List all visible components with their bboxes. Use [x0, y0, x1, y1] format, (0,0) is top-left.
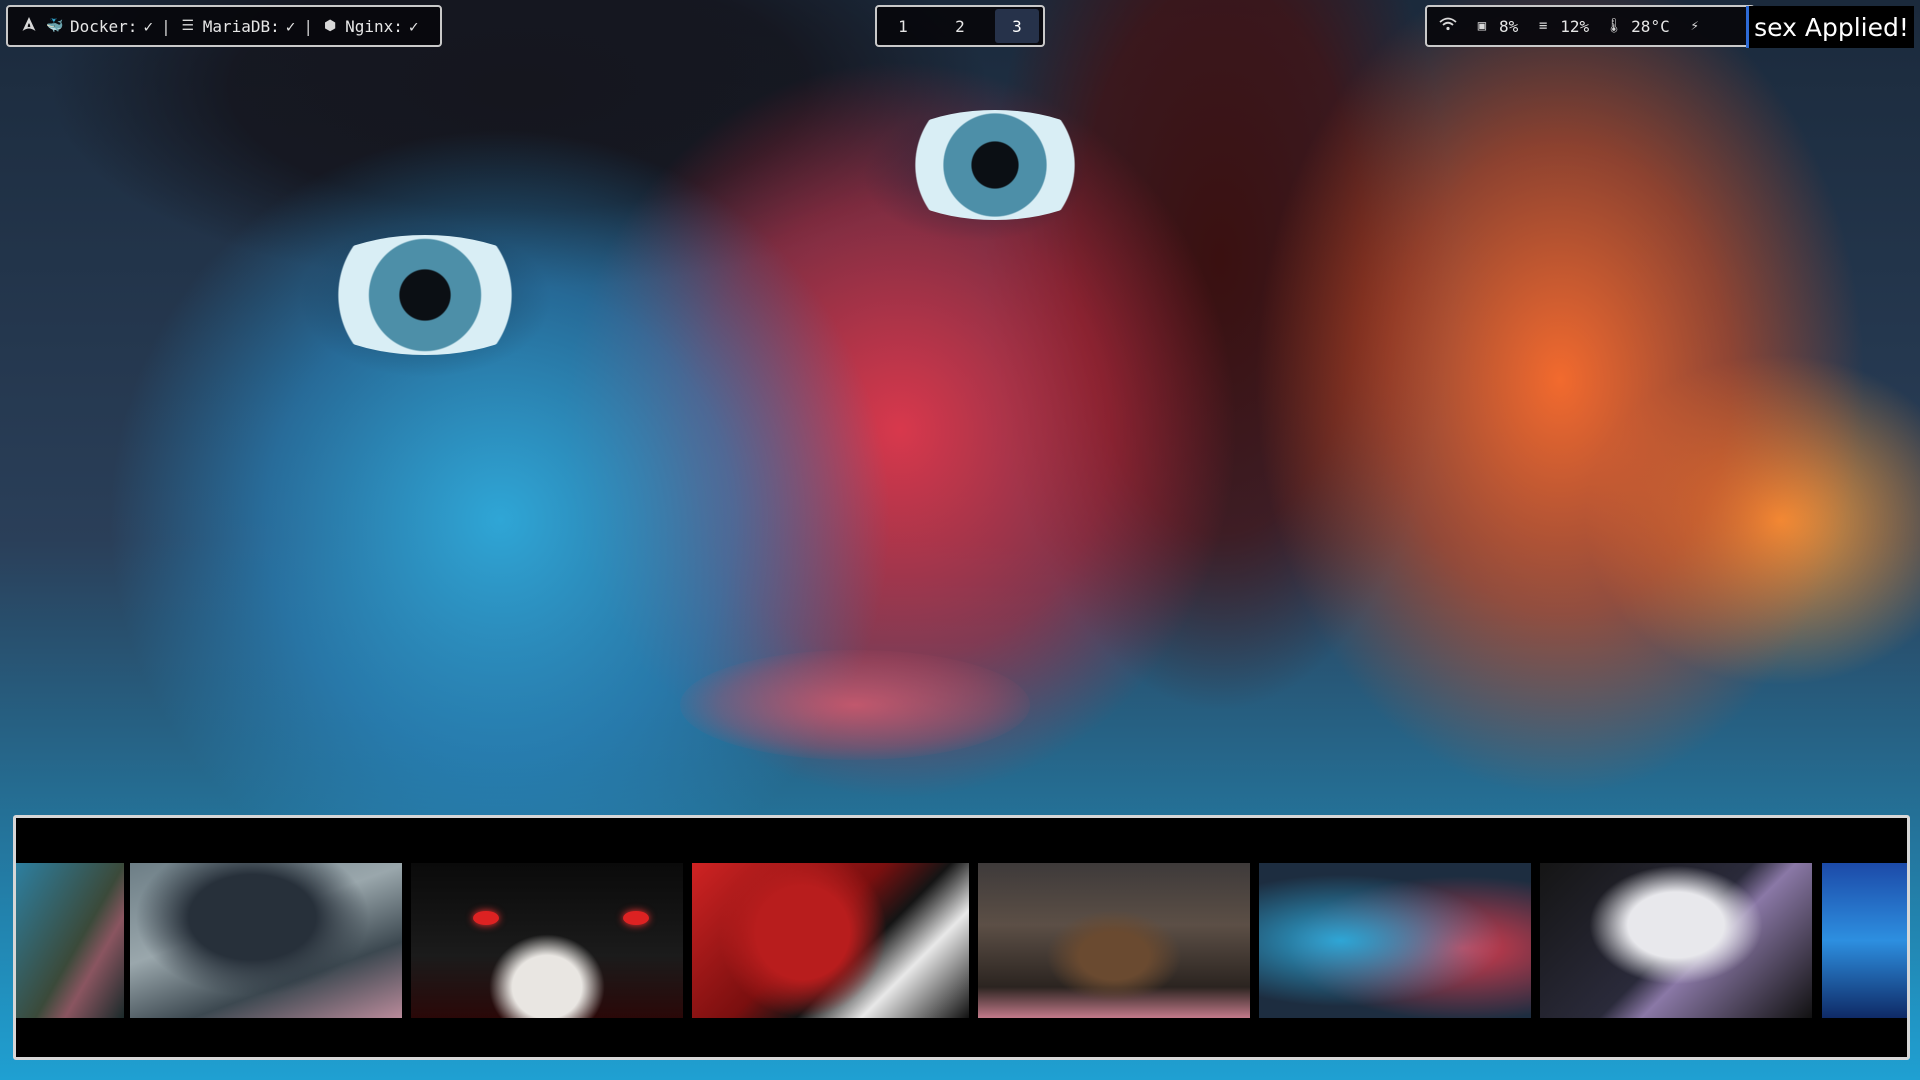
separator: | — [161, 16, 171, 36]
thumb-blue-hair[interactable] — [1822, 863, 1907, 1018]
thumb-dark-red-eyes[interactable] — [411, 863, 683, 1018]
docker-check-icon: ✓ — [143, 16, 154, 36]
status-bar-right-module: ▣ 8% ≡ 12% 🌡 28°C ⚡ — [1425, 5, 1755, 47]
wallpaper-right-eye — [880, 110, 1110, 220]
memory-value: 12% — [1560, 16, 1590, 36]
wallpaper-selector-panel — [13, 815, 1910, 1060]
cpu-value: 8% — [1499, 16, 1519, 36]
thumb-white-hair-anime[interactable] — [1540, 863, 1812, 1018]
cpu-icon: ▣ — [1477, 18, 1487, 34]
docker-label: Docker: — [70, 16, 138, 36]
mariadb-label: MariaDB: — [202, 16, 280, 36]
database-icon: ☰ — [181, 18, 194, 34]
thumb-anime-girl-shop[interactable] — [16, 863, 124, 1018]
wallpaper-lips — [680, 650, 1030, 760]
nginx-check-icon: ✓ — [408, 16, 419, 36]
wifi-icon[interactable] — [1439, 17, 1457, 35]
workspace-3-active[interactable]: 3 — [995, 9, 1039, 43]
temperature[interactable]: 🌡 28°C — [1605, 16, 1670, 36]
nginx-icon: ⬢ — [323, 18, 337, 34]
docker-status[interactable]: 🐳 Docker: ✓ — [46, 17, 153, 36]
thumb-hooded-figure-rain[interactable] — [130, 863, 402, 1018]
thumbnail-strip[interactable] — [16, 863, 1907, 1018]
memory-icon: ≡ — [1539, 18, 1548, 34]
thumb-girl-face-neon[interactable] — [1259, 863, 1531, 1018]
notification-text: sex Applied! — [1754, 12, 1909, 42]
workspace-2[interactable]: 2 — [938, 9, 982, 43]
status-bar-left-module: 🐳 Docker: ✓ | ☰ MariaDB: ✓ | ⬢ Nginx: ✓ — [6, 5, 442, 47]
thermometer-icon: 🌡 — [1605, 18, 1624, 34]
separator: | — [303, 16, 314, 36]
thumb-red-eye-right — [623, 911, 649, 925]
mariadb-status[interactable]: ☰ MariaDB: ✓ — [179, 16, 296, 36]
thumb-samurai-temple[interactable] — [978, 863, 1250, 1018]
notification-toast[interactable]: sex Applied! — [1746, 6, 1914, 48]
temperature-value: 28°C — [1631, 16, 1670, 36]
workspace-switcher: 1 2 3 — [875, 5, 1045, 47]
power-plug-icon[interactable]: ⚡ — [1686, 18, 1704, 34]
mariadb-check-icon: ✓ — [285, 16, 296, 36]
workspace-1[interactable]: 1 — [881, 9, 925, 43]
wallpaper-left-eye — [300, 235, 550, 355]
arch-linux-logo-icon[interactable] — [20, 16, 38, 36]
cpu-usage[interactable]: ▣ 8% — [1473, 17, 1518, 36]
memory-usage[interactable]: ≡ 12% — [1534, 17, 1589, 36]
nginx-label: Nginx: — [345, 16, 403, 36]
docker-whale-icon: 🐳 — [46, 18, 64, 34]
thumb-red-eye-left — [473, 911, 499, 925]
thumb-red-mecha[interactable] — [692, 863, 969, 1018]
nginx-status[interactable]: ⬢ Nginx: ✓ — [321, 16, 419, 36]
